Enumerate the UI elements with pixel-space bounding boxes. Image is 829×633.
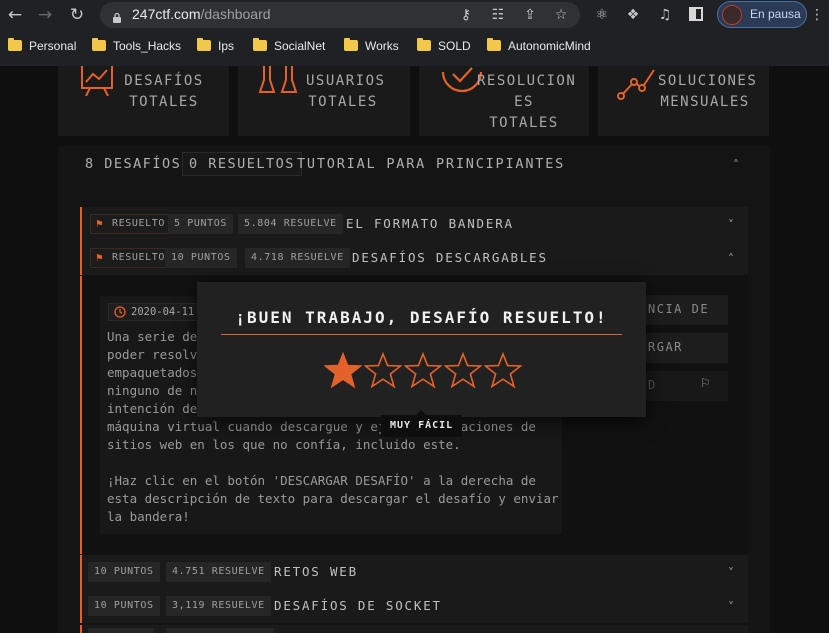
stat-label: USUARIOS TOTALES	[306, 73, 386, 110]
solves-chip: 4.718 RESUELVE	[245, 248, 350, 268]
solves-chip: 5.804 RESUELVE	[238, 214, 343, 234]
flag-icon: ⚐	[700, 376, 713, 390]
translate-icon[interactable]: ☷	[488, 5, 508, 25]
solved-badge: RESUELTO	[90, 248, 172, 268]
stat-card-monthly: SOLUCIONES MENSUALES	[598, 66, 769, 136]
folder-icon	[197, 38, 211, 51]
folder-icon	[92, 38, 106, 51]
react-devtools-icon[interactable]: ⚛	[592, 5, 612, 25]
rating-tooltip: MUY FÁCIL	[381, 410, 463, 437]
category-title: TUTORIAL PARA PRINCIPIANTES	[297, 156, 566, 172]
profile-button[interactable]: En pausa	[717, 1, 807, 28]
chevron-down-icon[interactable]: ˅	[724, 218, 738, 232]
challenge-row[interactable]: 10 PUNTOS 4.751 RESUELVE RETOS WEB ˅	[80, 555, 748, 589]
bookmark-sold[interactable]: SOLD	[417, 37, 471, 55]
stat-label: SOLUCIONES MENSUALES	[658, 73, 758, 110]
stat-card-solves: RESOLUCION ES TOTALES	[419, 66, 589, 136]
bookmark-autonomicmind[interactable]: AutonomicMind	[487, 37, 591, 55]
solves-chip	[166, 628, 274, 633]
folder-icon	[417, 38, 431, 51]
key-icon[interactable]: ⚷	[456, 5, 476, 25]
bookmark-tools-hacks[interactable]: Tools_Hacks	[92, 37, 181, 55]
challenge-row[interactable]: 10 PUNTOS 3,119 RESUELVE DESAFÍOS DE SOC…	[80, 589, 748, 623]
rating-star-icon[interactable]	[364, 352, 402, 390]
date-chip: 2020-04-11	[108, 303, 204, 321]
challenge-row[interactable]	[80, 625, 748, 633]
media-icon[interactable]: ♫	[655, 5, 675, 25]
line-graph-icon	[617, 69, 655, 100]
points-chip: 10 PUNTOS	[165, 248, 237, 268]
profile-status: En pausa	[750, 7, 801, 21]
url-text: 247ctf.com/dashboard	[132, 6, 271, 22]
chevron-up-icon[interactable]: ˄	[729, 158, 743, 172]
rating-star-icon[interactable]	[484, 352, 522, 390]
extensions-icon[interactable]: ❖	[623, 5, 643, 25]
points-chip: 10 PUNTOS	[88, 562, 160, 582]
chevron-down-icon[interactable]: ˅	[724, 600, 738, 614]
challenge-row[interactable]: RESUELTO 5 PUNTOS 5.804 RESUELVE EL FORM…	[80, 207, 748, 241]
rating-star-icon[interactable]	[444, 352, 482, 390]
folder-icon	[487, 38, 501, 51]
stat-card-challenges: DESAFÍOS TOTALES	[58, 66, 229, 136]
challenge-count: 8 DESAFÍOS	[78, 152, 189, 176]
folder-icon	[344, 38, 358, 51]
rating-star-icon[interactable]	[404, 352, 442, 390]
stat-label: RESOLUCION ES TOTALES	[477, 73, 577, 131]
solved-badge: RESUELTO	[90, 214, 172, 234]
chevron-up-icon[interactable]: ˄	[724, 252, 738, 266]
solved-count: 0 RESUELTOS	[182, 152, 302, 176]
challenge-title: DESAFÍOS DE SOCKET	[274, 598, 442, 613]
bookmark-works[interactable]: Works	[344, 37, 399, 55]
challenge-title: DESAFÍOS DESCARGABLES	[352, 250, 548, 265]
solved-modal: ¡BUEN TRABAJO, DESAFÍO RESUELTO!	[197, 282, 646, 417]
solves-chip: 4.751 RESUELVE	[166, 562, 271, 582]
bookmark-socialnet[interactable]: SocialNet	[253, 37, 325, 55]
chevron-down-icon[interactable]: ˅	[724, 566, 738, 580]
clock-icon	[114, 306, 126, 318]
back-icon[interactable]: ←	[4, 4, 26, 26]
folder-icon	[8, 38, 22, 51]
star-rating	[197, 282, 646, 417]
points-chip: 5 PUNTOS	[168, 214, 233, 234]
challenge-title: RETOS WEB	[274, 564, 358, 579]
stat-label: DESAFÍOS TOTALES	[124, 73, 204, 110]
folder-icon	[253, 38, 267, 51]
category-header[interactable]: 8 DESAFÍOS 0 RESUELTOS TUTORIAL PARA PRI…	[78, 152, 748, 179]
points-chip	[88, 628, 154, 633]
lock-icon	[112, 8, 122, 23]
reload-icon[interactable]: ↻	[66, 4, 88, 26]
sidepanel-icon[interactable]	[689, 7, 703, 21]
challenge-row[interactable]: RESUELTO 10 PUNTOS 4.718 RESUELVE DESAFÍ…	[80, 241, 748, 275]
solves-chip: 3,119 RESUELVE	[166, 596, 271, 616]
bookmark-personal[interactable]: Personal	[8, 37, 76, 55]
share-icon[interactable]: ⇪	[520, 5, 540, 25]
chart-board-icon	[81, 66, 113, 96]
users-icon	[258, 66, 298, 93]
star-bookmark-icon[interactable]: ☆	[551, 5, 571, 25]
stat-card-users: USUARIOS TOTALES	[238, 66, 410, 136]
menu-icon[interactable]: ⋮	[810, 5, 824, 25]
forward-icon[interactable]: →	[34, 4, 56, 26]
points-chip: 10 PUNTOS	[88, 596, 160, 616]
challenge-title: EL FORMATO BANDERA	[346, 216, 514, 231]
bookmark-ips[interactable]: Ips	[197, 37, 234, 55]
rating-star-icon[interactable]	[324, 352, 362, 390]
avatar	[722, 5, 742, 25]
